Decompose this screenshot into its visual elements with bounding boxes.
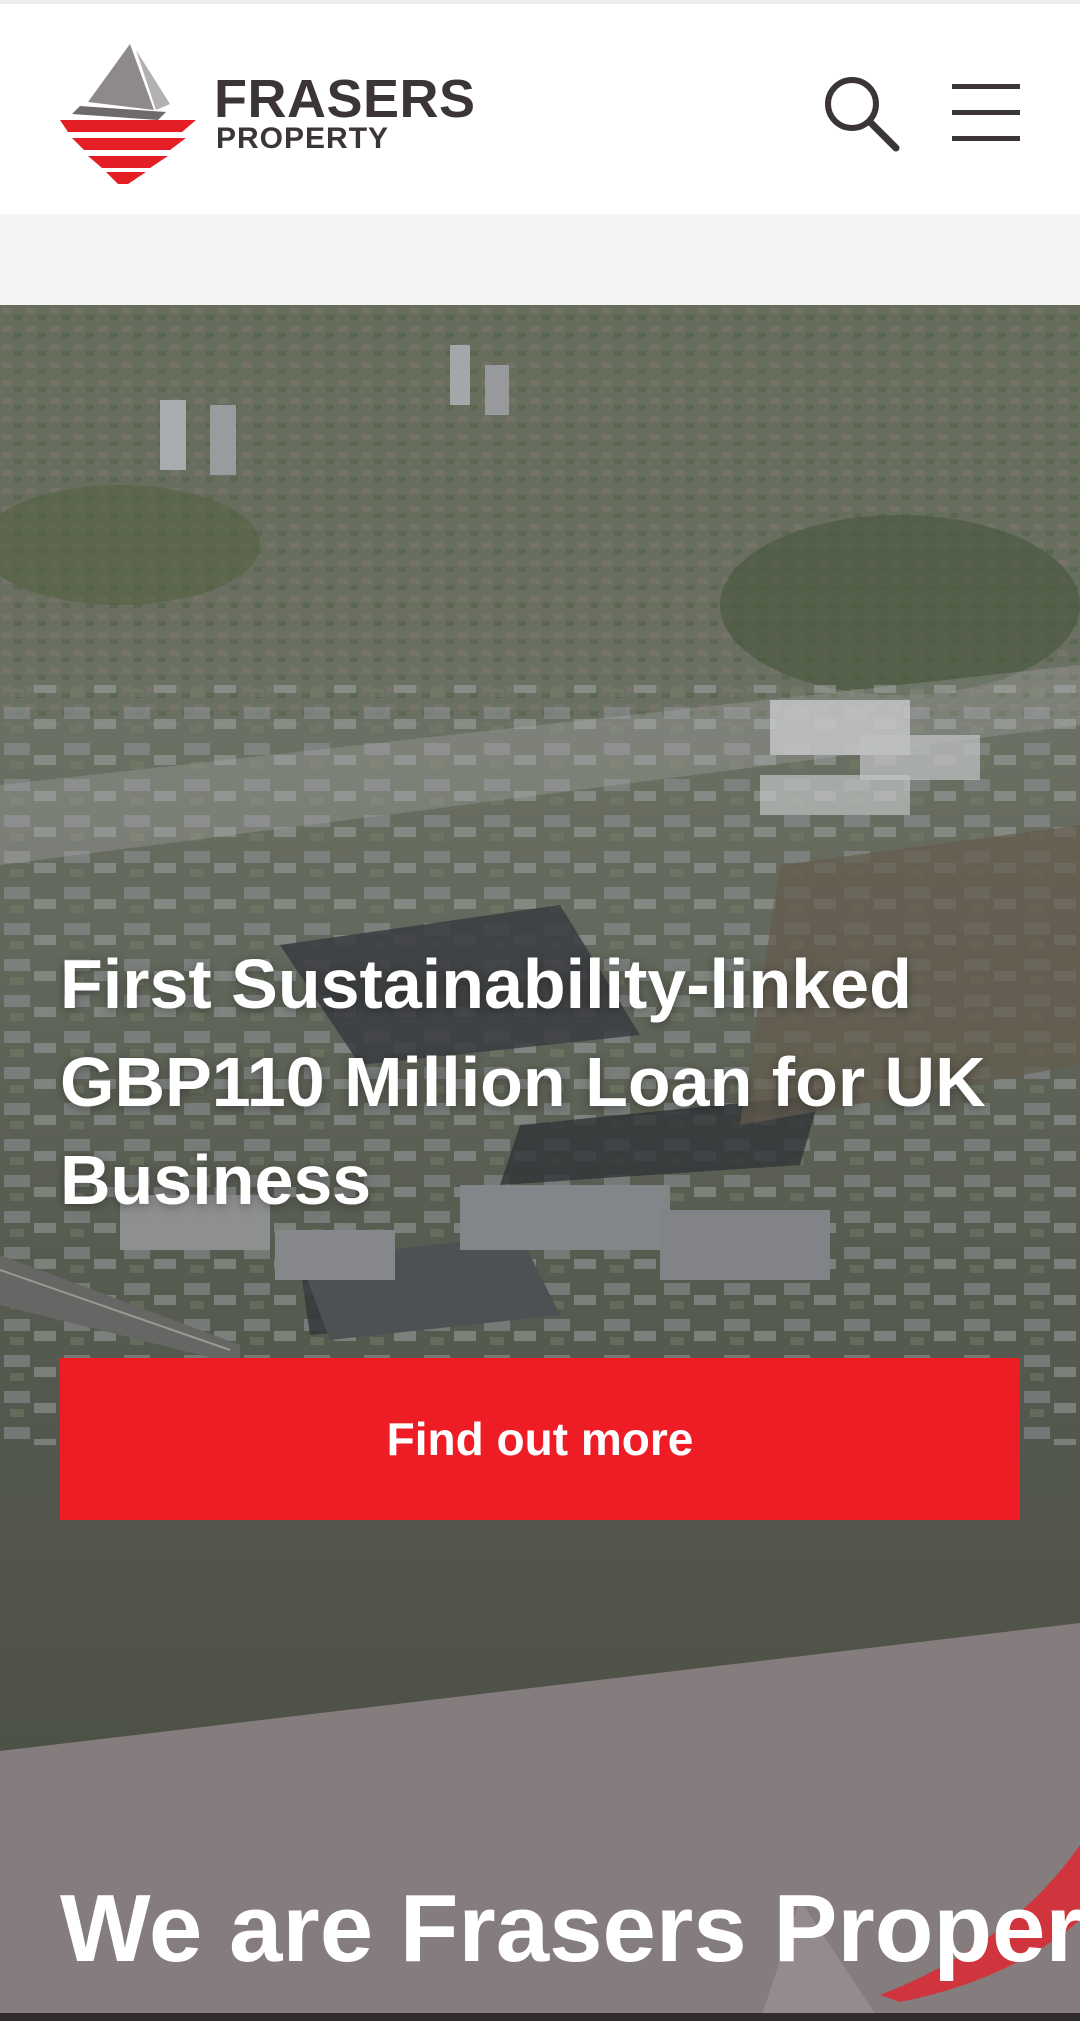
- search-icon: [825, 77, 900, 152]
- logo-mark-icon: [60, 44, 196, 184]
- logo-subtitle: PROPERTY: [216, 122, 390, 155]
- about-panel-background: [0, 1623, 1080, 2021]
- site-header: FRASERS PROPERTY: [0, 4, 1080, 214]
- frasers-property-logo[interactable]: FRASERS PROPERTY: [58, 40, 475, 185]
- hamburger-menu-icon: [952, 84, 1020, 141]
- header-spacer: [0, 214, 1080, 305]
- hero-banner: First Sustainability-linked GBP110 Milli…: [0, 305, 1080, 2021]
- logo-wordmark: FRASERS: [214, 69, 476, 129]
- about-headline: We are Frasers Property. A: [60, 1875, 1080, 1982]
- bottom-edge-bar: [0, 2013, 1080, 2021]
- menu-button[interactable]: [944, 70, 1024, 154]
- search-button[interactable]: [818, 70, 902, 154]
